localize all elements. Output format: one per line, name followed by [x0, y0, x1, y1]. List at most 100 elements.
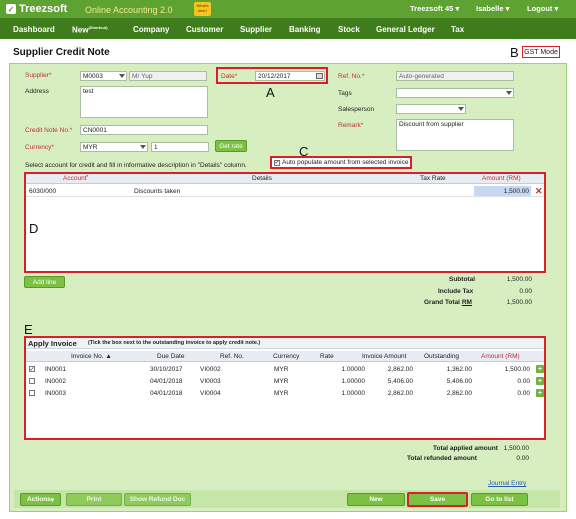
invoice-row[interactable]: IN0002 04/01/2018 VI0003 MYR 1.00000 5,406.00…	[26, 376, 556, 387]
invoice-apply-amount: 1,500.00	[504, 366, 530, 373]
col-apply-amount: Amount (RM)	[481, 353, 520, 360]
invoice-due-date: 04/01/2018	[150, 390, 183, 397]
annotation-a: A	[266, 85, 275, 100]
invoice-apply-amount: 0.00	[517, 378, 530, 385]
invoice-rate: 1.00000	[341, 378, 366, 385]
nav-customer[interactable]: Customer	[186, 25, 223, 34]
invoice-outstanding: 2,862.00	[446, 390, 472, 397]
tags-label: Tags	[338, 90, 352, 97]
rate-field[interactable]: 1	[151, 142, 209, 152]
save-button[interactable]: Save	[407, 492, 468, 507]
autopopulate-checkbox[interactable]: ✓ Auto populate amount from selected invo…	[274, 159, 408, 166]
total-refunded-value: 0.00	[516, 455, 529, 462]
line-details[interactable]: Discounts taken	[134, 188, 180, 195]
annotation-e: E	[24, 322, 33, 337]
whats-new-badge[interactable]: What's new?	[194, 2, 211, 16]
nav-banking[interactable]: Banking	[289, 25, 321, 34]
invoice-invoice-amount: 2,862.00	[387, 366, 413, 373]
remark-field[interactable]: Discount from supplier	[396, 119, 514, 151]
chevron-down-icon	[140, 145, 146, 149]
invoice-invoice-no: IN0001	[45, 366, 66, 373]
treezsoft-logo-icon: ✓	[6, 4, 16, 14]
address-field[interactable]: test	[80, 86, 208, 118]
logo-text: Treezsoft	[19, 3, 68, 15]
total-applied-value: 1,500.00	[503, 445, 529, 452]
tax-value: 0.00	[519, 288, 532, 295]
supplier-name-field[interactable]: Mr Yup	[129, 71, 207, 81]
invoice-currency: MYR	[274, 378, 289, 385]
delete-line-icon[interactable]: ✕	[535, 186, 543, 197]
invoice-rate: 1.00000	[341, 390, 366, 397]
add-line-button[interactable]: Add line	[24, 276, 65, 288]
tagline: Online Accounting 2.0	[85, 5, 173, 15]
gst-mode-button[interactable]: GST Mode	[522, 46, 560, 58]
ref-no-label: Ref. No.*	[338, 73, 365, 80]
go-to-list-button[interactable]: Go to list	[471, 493, 528, 506]
salesperson-label: Salesperson	[338, 106, 375, 113]
line-account[interactable]: 6030/000	[29, 188, 56, 195]
user-menu[interactable]: Isabelle ▾	[476, 4, 509, 13]
invoice-row[interactable]: ✓ IN0001 30/10/2017 VI0002 MYR 1.00000 2,862.0…	[26, 364, 556, 375]
add-icon[interactable]: +	[536, 377, 544, 385]
nav-general-ledger[interactable]: General Ledger	[376, 25, 435, 34]
invoice-currency: MYR	[274, 366, 289, 373]
invoice-checkbox[interactable]	[29, 390, 35, 396]
invoice-ref-no: VI0003	[200, 378, 221, 385]
credit-note-no-label: Credit Note No.*	[25, 127, 73, 134]
supplier-code-field[interactable]: M0003	[80, 71, 127, 81]
show-refund-doc-button[interactable]: Show Refund Doc	[124, 493, 191, 506]
col-invoice-no: Invoice No. ▲	[71, 353, 112, 360]
new-button[interactable]: New	[347, 493, 405, 506]
get-rate-button[interactable]: Get rate	[215, 140, 247, 152]
add-icon[interactable]: +	[536, 389, 544, 397]
currency-select[interactable]: MYR	[80, 142, 148, 152]
address-label: Address	[25, 88, 49, 95]
col-currency: Currency	[273, 353, 300, 360]
tax-label: Include Tax	[438, 288, 474, 295]
currency-label: Currency*	[25, 144, 54, 151]
grand-total-value: 1,500.00	[506, 299, 532, 306]
col-invoice-amount: Invoice Amount	[362, 353, 407, 360]
salesperson-select[interactable]	[396, 104, 466, 114]
invoice-checkbox[interactable]: ✓	[29, 366, 35, 373]
subtotal-value: 1,500.00	[506, 276, 532, 283]
nav-stock[interactable]: Stock	[338, 25, 360, 34]
invoice-ref-no: VI0002	[200, 366, 221, 373]
annotation-b: B	[510, 45, 519, 60]
add-icon[interactable]: +	[536, 365, 544, 373]
logout-link[interactable]: Logout ▾	[527, 4, 558, 13]
col-details: Details	[252, 175, 272, 182]
date-label: Date*	[221, 73, 238, 80]
chevron-down-icon	[506, 91, 512, 95]
supplier-label: Supplier*	[25, 72, 52, 79]
col-ref-no: Ref. No.	[220, 353, 244, 360]
journal-entry-link[interactable]: Journal Entry	[488, 480, 526, 487]
invoice-outstanding: 1,362.00	[446, 366, 472, 373]
calendar-icon	[316, 73, 323, 79]
logo[interactable]: ✓ Treezsoft	[6, 3, 67, 15]
invoice-invoice-no: IN0002	[45, 378, 66, 385]
invoice-checkbox[interactable]	[29, 378, 35, 384]
ref-no-field[interactable]: Auto-generated	[396, 71, 514, 81]
date-field[interactable]: 20/12/2017	[255, 71, 325, 81]
remark-label: Remark*	[338, 122, 364, 129]
nav-dashboard[interactable]: Dashboard	[13, 25, 55, 34]
col-tax-rate: Tax Rate	[420, 175, 446, 182]
chevron-down-icon	[458, 107, 464, 111]
credit-note-no-field[interactable]: CN0001	[80, 125, 208, 135]
tags-select[interactable]	[396, 88, 514, 98]
company-menu[interactable]: Treezsoft 45 ▾	[410, 4, 459, 13]
print-button[interactable]: Print	[66, 493, 122, 506]
subtotal-label: Subtotal	[449, 276, 475, 283]
actions-button[interactable]: Actions ▾	[20, 493, 61, 506]
nav-supplier[interactable]: Supplier	[240, 25, 272, 34]
invoice-apply-amount: 0.00	[517, 390, 530, 397]
line-amount[interactable]: 1,500.00	[474, 186, 531, 196]
nav-new[interactable]: New(Shortcut)	[72, 25, 108, 35]
invoice-row[interactable]: IN0003 04/01/2018 VI0004 MYR 1.00000 2,862.00…	[26, 388, 556, 399]
lines-header: Account * Details Tax Rate Amount (RM)	[26, 174, 544, 184]
nav-tax[interactable]: Tax	[451, 25, 464, 34]
invoice-outstanding: 5,406.00	[446, 378, 472, 385]
line-row[interactable]: 6030/000 Discounts taken 1,500.00 ✕	[26, 186, 544, 197]
nav-company[interactable]: Company	[133, 25, 169, 34]
